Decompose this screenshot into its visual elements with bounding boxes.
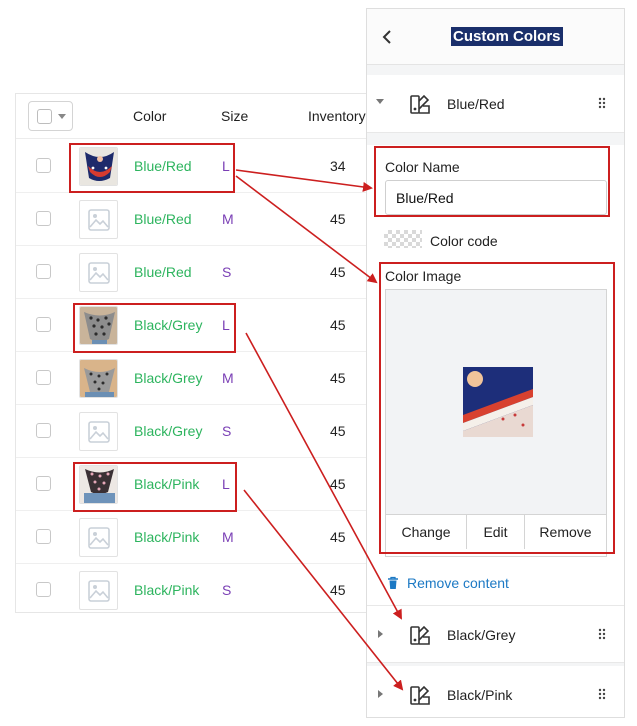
palette-icon [410,685,430,705]
table-row[interactable]: Blue/Red S 45 [16,246,370,299]
variant-color[interactable]: Black/Grey [134,423,204,439]
image-placeholder-icon[interactable] [79,571,118,610]
variant-color[interactable]: Black/Pink [134,529,204,545]
highlight-box-black-pink [73,462,237,512]
row-checkbox[interactable] [36,476,51,491]
column-header-inventory: Inventory [308,108,366,124]
table-header: Color Size Inventory [16,94,370,139]
table-row[interactable]: Black/Pink M 45 [16,511,370,564]
variant-size[interactable]: M [222,370,234,386]
caret-right-icon[interactable] [378,630,383,638]
color-code-label: Color code [430,233,498,249]
color-section-blue-red[interactable]: Blue/Red [367,75,624,133]
variant-inventory[interactable]: 45 [330,211,346,227]
variant-inventory[interactable]: 45 [330,370,346,386]
row-checkbox[interactable] [36,529,51,544]
table-row[interactable]: Black/Pink S 45 [16,564,370,612]
section-label: Black/Pink [447,687,513,703]
variant-inventory[interactable]: 45 [330,529,346,545]
remove-content-label: Remove content [407,575,509,591]
caret-down-icon[interactable] [376,99,384,104]
section-label: Black/Grey [447,627,516,643]
highlight-box-color-image [379,262,615,554]
row-checkbox[interactable] [36,264,51,279]
row-checkbox[interactable] [36,370,51,385]
image-placeholder-icon[interactable] [79,518,118,557]
column-header-size: Size [221,108,249,124]
chevron-down-icon[interactable] [58,114,66,119]
back-arrow-icon[interactable] [379,27,395,47]
variant-inventory[interactable]: 45 [330,317,346,333]
variant-inventory[interactable]: 45 [330,582,346,598]
color-code-swatch[interactable] [384,230,422,248]
image-placeholder-icon[interactable] [79,200,118,239]
variant-size[interactable]: M [222,211,234,227]
variant-color[interactable]: Black/Grey [134,370,204,386]
variant-inventory[interactable]: 45 [330,264,346,280]
variant-inventory[interactable]: 45 [330,423,346,439]
variant-size[interactable]: S [222,423,231,439]
image-placeholder-icon[interactable] [79,412,118,451]
color-section-black-grey[interactable]: Black/Grey [367,605,624,663]
drag-handle-icon[interactable] [598,688,606,700]
row-checkbox[interactable] [36,158,51,173]
variant-size[interactable]: M [222,529,234,545]
variant-inventory[interactable]: 34 [330,158,346,174]
variant-size[interactable]: S [222,264,231,280]
palette-icon [410,94,430,114]
variant-size[interactable]: S [222,582,231,598]
table-row[interactable]: Black/Grey S 45 [16,405,370,458]
variant-thumbnail[interactable] [79,359,118,398]
row-checkbox[interactable] [36,317,51,332]
table-row[interactable]: Black/Grey M 45 [16,352,370,405]
drag-handle-icon[interactable] [598,628,606,640]
column-header-color: Color [133,108,167,124]
variant-color[interactable]: Black/Pink [134,582,204,598]
panel-title: Custom Colors [451,27,563,46]
caret-right-icon[interactable] [378,690,383,698]
variant-color[interactable]: Blue/Red [134,264,204,280]
section-label: Blue/Red [447,96,505,112]
row-checkbox[interactable] [36,423,51,438]
image-placeholder-icon[interactable] [79,253,118,292]
color-section-black-pink[interactable]: Black/Pink [367,666,624,717]
select-all-checkbox[interactable] [37,109,52,124]
variant-color[interactable]: Blue/Red [134,211,204,227]
variant-inventory[interactable]: 45 [330,476,346,492]
highlight-box-blue-red [69,143,235,193]
panel-header: Custom Colors [367,9,624,65]
highlight-box-color-name [374,146,610,217]
row-checkbox[interactable] [36,211,51,226]
drag-handle-icon[interactable] [598,97,606,109]
palette-icon [410,625,430,645]
highlight-box-black-grey [73,303,236,353]
table-row[interactable]: Blue/Red M 45 [16,193,370,246]
trash-icon [388,576,398,589]
bulk-select-dropdown[interactable] [28,101,73,131]
row-checkbox[interactable] [36,582,51,597]
